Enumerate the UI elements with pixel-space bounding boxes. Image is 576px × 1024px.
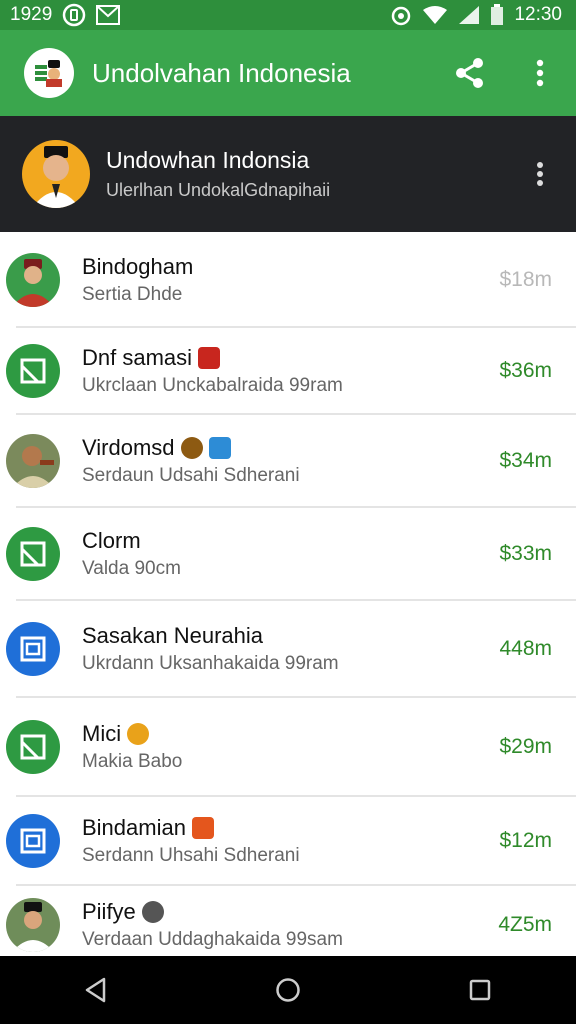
- list-item[interactable]: Bindogham Sertia Dhde $18m: [6, 234, 576, 328]
- profile-header[interactable]: Undowhan Indonsia Ulerlhan UndokalGdnapi…: [0, 116, 576, 232]
- item-value: $36m: [499, 358, 552, 382]
- blue-document-icon: [6, 813, 60, 868]
- app-bar: Undolvahan Indonesia: [0, 30, 576, 116]
- navigation-bar: [0, 956, 576, 1024]
- item-subtitle: Serdann Uhsahi Sdherani: [82, 844, 300, 866]
- item-title: Mici: [82, 720, 122, 746]
- list-item[interactable]: Clorm Valda 90cm $33m: [6, 508, 576, 601]
- item-title: Dnf samasi: [82, 344, 193, 370]
- item-title: Bindogham: [82, 254, 194, 279]
- list-item[interactable]: Virdomsd Serdaun Udsahi Sdherani $34m: [6, 415, 576, 508]
- item-value: $18m: [499, 268, 552, 291]
- red-badge-icon: [198, 346, 221, 369]
- app-title: Undolvahan Indonesia: [92, 57, 351, 88]
- status-time-left: 1929: [10, 4, 53, 25]
- item-list: Bindogham Sertia Dhde $18m Dnf samasi Uk…: [0, 234, 576, 956]
- item-subtitle: Serdaun Udsahi Sdherani: [82, 464, 300, 486]
- item-subtitle: Ukrdann Uksanhakaida 99ram: [82, 652, 339, 674]
- item-subtitle: Sertia Dhde: [82, 284, 183, 305]
- more-vert-icon: [536, 59, 544, 87]
- item-subtitle: Makia Babo: [82, 750, 183, 772]
- share-button[interactable]: [452, 55, 488, 91]
- item-title: Clorm: [82, 527, 141, 553]
- document-icon: [6, 526, 60, 581]
- notification-icon: [62, 3, 86, 27]
- list-item[interactable]: Sasakan Neurahia Ukrdann Uksanhakaida 99…: [6, 601, 576, 698]
- document-icon: [6, 719, 60, 774]
- back-icon: [85, 977, 106, 1003]
- avatar: [6, 898, 60, 952]
- item-title: Virdomsd: [82, 434, 175, 460]
- mail-icon: [96, 5, 121, 25]
- home-icon: [276, 978, 300, 1002]
- status-time-right: 12:30: [514, 4, 562, 25]
- item-title: Bindamian: [82, 814, 186, 840]
- item-value: 4Z5m: [498, 913, 552, 936]
- home-button[interactable]: [258, 960, 318, 1020]
- upload-badge-icon: [208, 436, 231, 459]
- signal-icon: [458, 5, 480, 25]
- blue-document-icon: [6, 621, 60, 676]
- orange-badge-icon: [191, 816, 214, 839]
- coin-badge-icon: [180, 436, 203, 459]
- recents-icon: [469, 979, 491, 1001]
- item-title: Sasakan Neurahia: [82, 622, 264, 648]
- item-title: Piifye: [82, 899, 136, 924]
- gray-badge-icon: [141, 901, 164, 923]
- item-subtitle: Valda 90cm: [82, 557, 181, 579]
- overflow-menu-button[interactable]: [522, 55, 558, 91]
- list-item[interactable]: Mici Makia Babo $29m: [6, 698, 576, 797]
- share-icon: [456, 58, 483, 88]
- item-value: $29m: [499, 734, 552, 758]
- item-subtitle: Verdaan Uddaghakaida 99sam: [82, 929, 343, 950]
- back-button[interactable]: [66, 960, 126, 1020]
- profile-more-button[interactable]: [526, 154, 554, 194]
- list-item[interactable]: Bindamian Serdann Uhsahi Sdherani $12m: [6, 797, 576, 886]
- profile-name: Undowhan Indonsia: [106, 147, 310, 173]
- item-value: $33m: [499, 541, 552, 565]
- app-logo: [24, 48, 74, 98]
- document-icon: [6, 343, 60, 398]
- alarm-icon: [390, 4, 412, 26]
- more-vert-icon: [537, 162, 543, 186]
- status-bar: 1929 12:30: [0, 0, 576, 30]
- item-value: $34m: [499, 448, 552, 472]
- list-item[interactable]: Piifye Verdaan Uddaghakaida 99sam 4Z5m: [6, 886, 576, 956]
- avatar: [6, 253, 60, 307]
- item-subtitle: Ukrclaan Unckabalraida 99ram: [82, 374, 343, 396]
- list-item[interactable]: Dnf samasi Ukrclaan Unckabalraida 99ram …: [6, 328, 576, 415]
- item-value: 448m: [499, 636, 552, 660]
- profile-subtitle: Ulerlhan UndokalGdnapihaii: [106, 180, 331, 200]
- profile-avatar: [22, 140, 90, 208]
- item-value: $12m: [499, 828, 552, 852]
- avatar: [6, 433, 60, 488]
- wifi-icon: [422, 5, 448, 25]
- burst-badge-icon: [127, 722, 150, 745]
- battery-icon: [490, 4, 504, 26]
- recents-button[interactable]: [450, 960, 510, 1020]
